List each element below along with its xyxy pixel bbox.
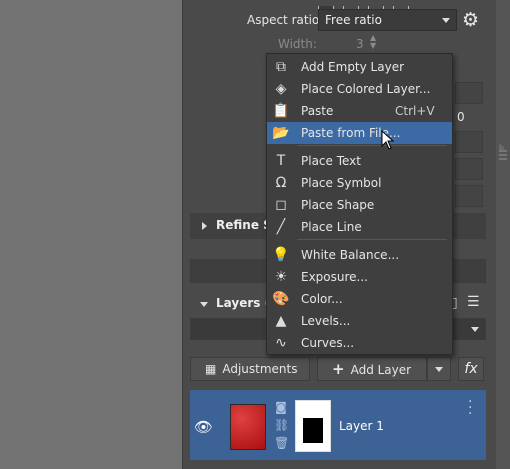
menu-item[interactable]: Ω Place Symbol — [267, 172, 452, 194]
add-layer-label: Add Layer — [350, 363, 412, 377]
levels-icon: ▲ — [275, 313, 287, 329]
section-title: Refine S — [216, 218, 272, 232]
omega-icon: Ω — [275, 175, 287, 191]
menu-item[interactable]: 📂 Paste from File... — [267, 122, 452, 144]
mask-icon[interactable]: ◙ — [274, 398, 288, 416]
layer-mask-thumbnail[interactable] — [295, 400, 331, 452]
adjustments-label: Adjustments — [222, 362, 298, 376]
chevron-down-icon — [471, 327, 479, 332]
curves-icon: ∿ — [275, 335, 287, 351]
add-layer-dropdown-button[interactable] — [427, 357, 451, 381]
menu-item[interactable]: ╱ Place Line — [267, 216, 452, 238]
sun-icon: ☀ — [274, 269, 288, 285]
aspect-ratio-value: Free ratio — [325, 13, 382, 27]
visibility-eye-icon[interactable]: 👁 — [194, 418, 213, 436]
mouse-cursor-icon — [381, 130, 395, 150]
layer-name[interactable]: Layer 1 — [339, 419, 384, 433]
menu-item-label: Exposure... — [301, 270, 368, 284]
input-field[interactable] — [455, 185, 483, 207]
menu-item[interactable]: ∿ Curves... — [267, 332, 452, 354]
chevron-down-icon — [442, 18, 450, 23]
collapse-arrow-icon — [200, 302, 208, 307]
input-field[interactable] — [455, 131, 483, 153]
menu-item[interactable]: 🎨 Color... — [267, 288, 452, 310]
palette-icon: 🎨 — [272, 291, 290, 307]
image-canvas[interactable] — [0, 0, 182, 469]
menu-item[interactable]: ▲ Levels... — [267, 310, 452, 332]
menu-item-label: Place Symbol — [301, 176, 382, 190]
section-title: Layers ( — [216, 296, 271, 310]
trash-icon[interactable]: 🗑 — [274, 434, 289, 452]
link-icon[interactable]: ⛓ — [274, 416, 289, 434]
menu-item-label: Place Text — [301, 154, 361, 168]
chevron-down-icon — [435, 367, 443, 372]
add-layer-menu: ⧉ Add Empty Layer ◈ Place Colored Layer... 📋… — [266, 53, 453, 355]
menu-item[interactable]: T Place Text — [267, 150, 452, 172]
menu-item-label: Curves... — [301, 336, 355, 350]
colored-layer-icon: ◈ — [275, 81, 287, 97]
input-field[interactable] — [455, 82, 483, 104]
more-options-icon[interactable]: · · · — [468, 395, 472, 421]
layer-thumbnail[interactable] — [230, 404, 266, 450]
width-value[interactable]: 3 — [356, 37, 364, 51]
width-stepper[interactable]: ▲ ▼ — [370, 34, 376, 50]
aspect-ratio-label: Aspect ratio: — [247, 13, 324, 27]
adjustments-icon: ▦ — [205, 362, 217, 376]
paste-icon: 📋 — [272, 103, 290, 119]
panel-collapse-bar[interactable] — [496, 0, 510, 469]
aspect-ratio-select[interactable]: Free ratio — [318, 9, 457, 31]
crop-toolbar — [318, 0, 418, 11]
bulb-icon: 💡 — [272, 247, 290, 263]
menu-item[interactable]: ◈ Place Colored Layer... — [267, 78, 452, 100]
menu-item-label: Color... — [301, 292, 343, 306]
menu-item-label: White Balance... — [301, 248, 400, 262]
menu-item-label: Place Shape — [301, 198, 375, 212]
add-empty-layer-icon: ⧉ — [276, 59, 286, 75]
menu-item[interactable]: 💡 White Balance... — [267, 244, 452, 266]
plus-icon: + — [332, 360, 345, 378]
menu-icon[interactable]: ☰ — [467, 294, 480, 310]
menu-item-label: Place Colored Layer... — [301, 82, 431, 96]
expand-arrow-icon — [202, 222, 207, 230]
menu-item[interactable]: ☀ Exposure... — [267, 266, 452, 288]
menu-item-shortcut: Ctrl+V — [395, 104, 435, 118]
menu-item-label: Paste — [301, 104, 334, 118]
input-field[interactable] — [455, 158, 483, 180]
gear-icon[interactable]: ⚙ — [462, 10, 479, 30]
partial-value: 0 — [457, 110, 465, 124]
paste-from-file-icon: 📂 — [272, 125, 290, 141]
layer-icons: ◙ ⛓ 🗑 — [274, 398, 289, 452]
text-icon: T — [276, 153, 286, 169]
menu-separator — [297, 145, 447, 146]
grip-icon — [499, 150, 507, 152]
add-layer-button[interactable]: + Add Layer — [317, 357, 427, 381]
menu-item-label: Levels... — [301, 314, 351, 328]
menu-item-label: Place Line — [301, 220, 362, 234]
menu-item[interactable]: ◻ Place Shape — [267, 194, 452, 216]
width-label: Width: — [278, 37, 317, 51]
adjustments-button[interactable]: ▦ Adjustments — [190, 357, 310, 381]
menu-separator — [297, 239, 447, 240]
fx-button[interactable]: fx — [458, 357, 484, 381]
menu-item-label: Add Empty Layer — [301, 60, 405, 74]
shape-icon: ◻ — [275, 197, 287, 213]
menu-item[interactable]: ⧉ Add Empty Layer — [267, 56, 452, 78]
menu-item[interactable]: 📋 Paste Ctrl+V — [267, 100, 452, 122]
line-icon: ╱ — [276, 219, 286, 235]
layer-row[interactable]: 👁 ◙ ⛓ 🗑 Layer 1 · · · — [190, 390, 486, 460]
